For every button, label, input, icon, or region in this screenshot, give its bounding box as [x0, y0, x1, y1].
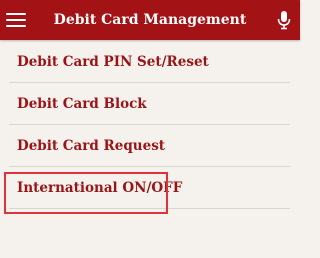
menu-item-pin-set-reset[interactable]: Debit Card PIN Set/Reset — [0, 41, 300, 83]
hamburger-menu-icon[interactable] — [0, 0, 40, 40]
menu-item-card-request[interactable]: Debit Card Request — [0, 125, 300, 167]
app-screen: Debit Card Management Debit Card PIN Set… — [0, 0, 300, 258]
menu-bar-middle — [6, 19, 26, 21]
menu-item-label: Debit Card Request — [17, 138, 166, 154]
divider — [9, 208, 290, 209]
debit-card-menu: Debit Card PIN Set/Reset Debit Card Bloc… — [0, 41, 300, 209]
menu-item-label: International ON/OFF — [17, 180, 183, 196]
menu-item-international-on-off[interactable]: International ON/OFF — [0, 167, 300, 209]
microphone-icon[interactable] — [276, 10, 292, 30]
menu-item-label: Debit Card PIN Set/Reset — [17, 54, 209, 70]
menu-item-card-block[interactable]: Debit Card Block — [0, 83, 300, 125]
app-header: Debit Card Management — [0, 0, 300, 40]
page-title: Debit Card Management — [53, 12, 247, 28]
menu-item-label: Debit Card Block — [17, 96, 147, 112]
menu-bar-top — [6, 13, 26, 15]
menu-bar-bottom — [6, 25, 26, 27]
